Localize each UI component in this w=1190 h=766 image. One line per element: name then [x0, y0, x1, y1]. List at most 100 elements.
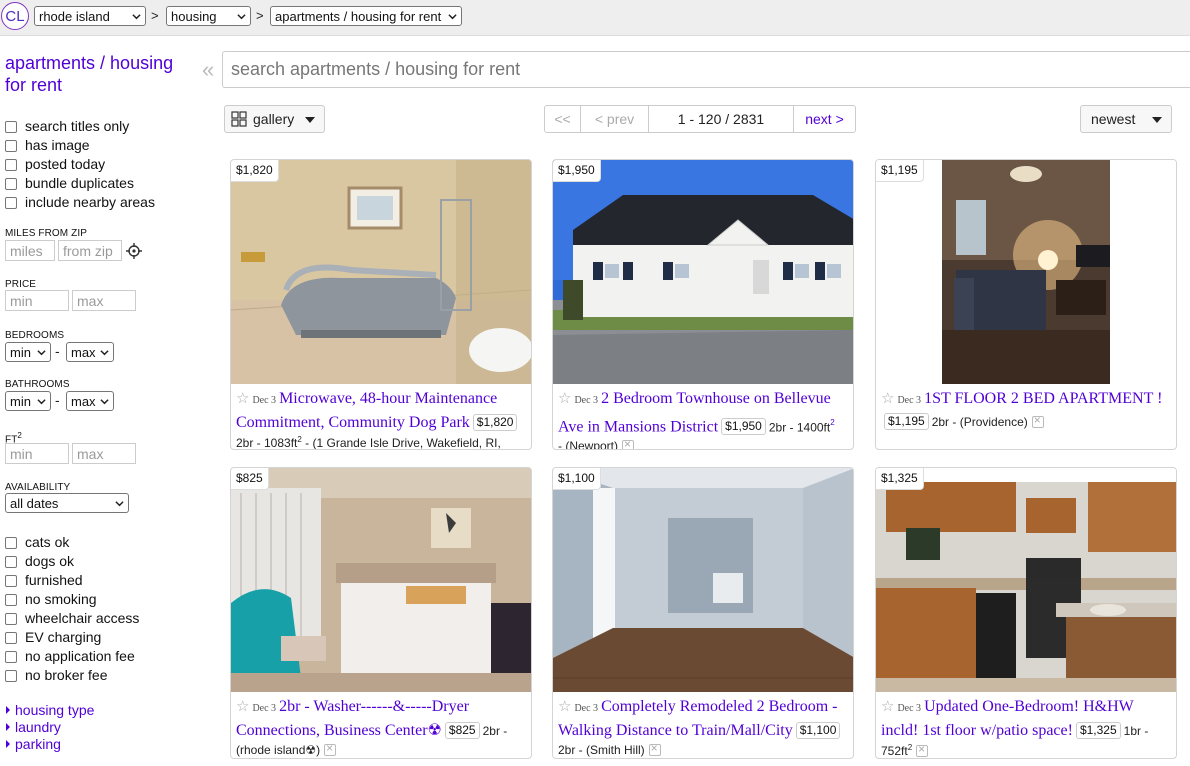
- search-input[interactable]: search apartments / housing for rent: [222, 51, 1190, 88]
- checkbox[interactable]: [5, 537, 17, 549]
- bathrooms-min-value: min: [10, 393, 31, 409]
- checkbox-label: EV charging: [25, 629, 102, 645]
- post-date: Dec 3: [252, 703, 277, 714]
- favorite-star-icon[interactable]: ☆: [236, 389, 249, 407]
- price-max-input[interactable]: max: [72, 290, 136, 311]
- hide-listing-icon[interactable]: [324, 741, 337, 756]
- listing-card[interactable]: $825 ☆ Dec 3 2br - Washer------&-----Dryer…: [230, 467, 532, 759]
- bathrooms-max-select[interactable]: max: [66, 391, 114, 411]
- craigslist-logo[interactable]: CL: [1, 2, 29, 30]
- next-page-button[interactable]: next >: [794, 106, 855, 132]
- hide-listing-icon[interactable]: [1031, 413, 1044, 428]
- view-mode-button[interactable]: gallery: [224, 105, 325, 133]
- favorite-star-icon[interactable]: ☆: [881, 389, 894, 407]
- checkbox[interactable]: [5, 651, 17, 663]
- price-badge: $1,950: [553, 160, 601, 182]
- price-pill: $1,820: [472, 414, 518, 431]
- checkbox[interactable]: [5, 159, 17, 171]
- checkbox[interactable]: [5, 670, 17, 682]
- listing-image[interactable]: [553, 468, 853, 692]
- price-pill: $1,950: [721, 418, 766, 436]
- checkbox[interactable]: [5, 121, 17, 133]
- post-date: Dec 3: [574, 703, 599, 714]
- bedrooms-label: BEDROOMS: [5, 330, 65, 341]
- sort-select[interactable]: newest: [1080, 105, 1172, 133]
- listing-image[interactable]: [231, 468, 531, 692]
- chevron-down-icon: [100, 350, 109, 356]
- subcategory-select[interactable]: apartments / housing for rent: [270, 6, 462, 26]
- range-dash: -: [55, 392, 60, 408]
- listing-card[interactable]: $1,100 ☆ Dec 3 Completely Remodeled 2 Bedr…: [552, 467, 854, 759]
- availability-select[interactable]: all dates: [5, 493, 129, 513]
- listing-hood: 2br - (Smith Hill): [558, 743, 645, 757]
- checkbox[interactable]: [5, 632, 17, 644]
- sqft-min-input[interactable]: min: [5, 443, 69, 464]
- checkbox[interactable]: [5, 556, 17, 568]
- subcategory-select-value: apartments / housing for rent: [275, 8, 442, 24]
- checkbox[interactable]: [5, 575, 17, 587]
- bathrooms-min-select[interactable]: min: [5, 391, 51, 411]
- price-badge: $1,325: [876, 468, 924, 490]
- miles-input[interactable]: miles: [5, 240, 55, 261]
- listing-card[interactable]: $1,195 ☆ Dec 3 1ST FLOOR 2 BED APARTMENT !…: [875, 159, 1177, 450]
- checkbox-label: search titles only: [25, 118, 130, 134]
- listing-card[interactable]: $1,325 ☆ Dec 3 Updated One-Bedroom! H&HW i…: [875, 467, 1177, 759]
- price-pill: $825: [444, 722, 480, 739]
- availability-label: AVAILABILITY: [5, 482, 71, 493]
- favorite-star-icon[interactable]: ☆: [236, 697, 249, 715]
- listing-hood: - (1 Grande Isle Drive, Wakefield, RI,: [301, 436, 501, 450]
- listing-details: 2br - 1083ft: [236, 436, 298, 450]
- checkbox-label: no broker fee: [25, 667, 108, 683]
- favorite-star-icon[interactable]: ☆: [558, 389, 571, 407]
- bedrooms-max-select[interactable]: max: [66, 342, 114, 362]
- hide-listing-icon[interactable]: [622, 437, 635, 449]
- filter-link-label: housing type: [15, 702, 95, 718]
- checkbox[interactable]: [5, 140, 17, 152]
- listing-hood: - (Newport): [558, 439, 619, 450]
- listing-card[interactable]: $1,820 ☆ Dec 3 Microwave, 48-hour Maintena…: [230, 159, 532, 450]
- listing-meta: ☆ Dec 3 Microwave, 48-hour Maintenance Com…: [236, 387, 527, 450]
- listing-image[interactable]: [231, 160, 531, 384]
- caret-right-icon: [6, 706, 10, 714]
- price-badge: $825: [231, 468, 269, 490]
- collapse-sidebar-icon[interactable]: «: [202, 57, 214, 83]
- listing-image[interactable]: [553, 160, 853, 384]
- price-min-input[interactable]: min: [5, 290, 69, 311]
- hide-listing-icon[interactable]: [916, 742, 929, 757]
- listing-title[interactable]: 1ST FLOOR 2 BED APARTMENT !: [924, 390, 1162, 407]
- bathrooms-max-value: max: [71, 393, 96, 409]
- checkbox-label: has image: [25, 137, 90, 153]
- hide-listing-icon[interactable]: [648, 741, 661, 756]
- zip-input[interactable]: from zip: [58, 240, 122, 261]
- region-select[interactable]: rhode island: [34, 6, 146, 26]
- bedrooms-min-select[interactable]: min: [5, 342, 51, 362]
- checkbox[interactable]: [5, 197, 17, 209]
- listing-hood: 752ft: [881, 744, 908, 758]
- sqft-sup: 2: [907, 743, 913, 752]
- bathrooms-label: BATHROOMS: [5, 379, 70, 390]
- bedrooms-min-value: min: [10, 344, 31, 360]
- caret-right-icon: [6, 740, 10, 748]
- checkbox[interactable]: [5, 594, 17, 606]
- listing-card[interactable]: $1,950 ☆ Dec 32 Bedroom Townhouse on Bell…: [552, 159, 854, 450]
- filter-link-parking[interactable]: parking: [6, 736, 61, 752]
- checkbox[interactable]: [5, 613, 17, 625]
- checkbox[interactable]: [5, 178, 17, 190]
- post-date: Dec 3: [574, 395, 599, 406]
- checkbox-label: bundle duplicates: [25, 175, 134, 191]
- listing-image[interactable]: [876, 468, 1176, 692]
- listing-image[interactable]: [876, 160, 1176, 384]
- listing-meta: ☆ Dec 3 2br - Washer------&-----Dryer Conn…: [236, 695, 527, 757]
- favorite-star-icon[interactable]: ☆: [881, 697, 894, 715]
- category-select[interactable]: housing: [166, 6, 251, 26]
- price-badge: $1,820: [231, 160, 279, 182]
- filter-link-housing-type[interactable]: housing type: [6, 702, 94, 718]
- favorite-star-icon[interactable]: ☆: [558, 697, 571, 715]
- first-page-button[interactable]: <<: [545, 106, 581, 132]
- top-bar: CL rhode island > housing > apartments /…: [0, 0, 1190, 36]
- sqft-max-input[interactable]: max: [72, 443, 136, 464]
- locate-me-icon[interactable]: [126, 243, 142, 259]
- page-range: 1 - 120 / 2831: [649, 106, 794, 132]
- prev-page-button[interactable]: < prev: [581, 106, 649, 132]
- filter-link-laundry[interactable]: laundry: [6, 719, 61, 735]
